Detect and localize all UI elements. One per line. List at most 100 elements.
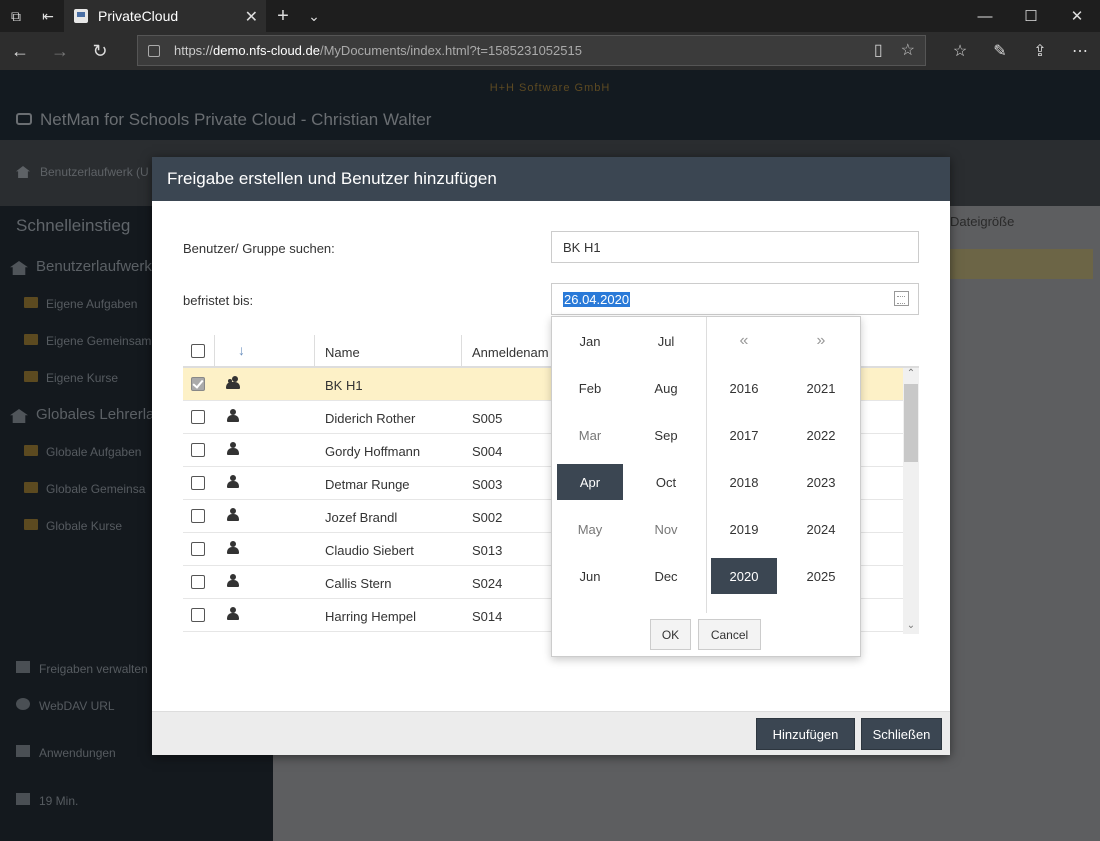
select-all-checkbox[interactable] <box>191 344 205 358</box>
month-dec[interactable]: Dec <box>633 558 699 594</box>
row-name: Jozef Brandl <box>325 510 398 525</box>
sidebar-footer-anwendungen[interactable]: Anwendungen <box>39 746 116 760</box>
sidebar-section-globales[interactable]: Globales Lehrerla <box>36 406 154 423</box>
row-checkbox[interactable] <box>191 608 205 622</box>
share-icon[interactable]: ⇪ <box>1020 36 1060 66</box>
sidebar-footer-freigaben[interactable]: Freigaben verwalten <box>39 662 148 676</box>
forward-icon[interactable]: → <box>44 36 76 66</box>
year-2016[interactable]: 2016 <box>711 370 777 406</box>
set-tabs-aside-icon[interactable]: ⇤ <box>32 0 64 32</box>
row-login: S024 <box>472 576 503 591</box>
month-jun[interactable]: Jun <box>557 558 623 594</box>
sidebar-item[interactable]: Eigene Gemeinsam <box>46 334 151 348</box>
more-icon[interactable]: ⋯ <box>1060 36 1100 66</box>
close-button[interactable]: Schließen <box>861 718 942 750</box>
back-icon[interactable]: ← <box>4 36 36 66</box>
month-feb[interactable]: Feb <box>557 370 623 406</box>
url-input[interactable]: https://demo.nfs-cloud.de/MyDocuments/in… <box>137 35 926 66</box>
refresh-icon[interactable]: ↻ <box>84 36 116 66</box>
close-window-icon[interactable]: ✕ <box>1054 0 1100 32</box>
year-2022[interactable]: 2022 <box>788 417 854 453</box>
month-jan[interactable]: Jan <box>557 323 623 359</box>
reading-view-icon[interactable]: ▯ <box>874 40 883 60</box>
column-login[interactable]: Anmeldenam <box>472 345 549 360</box>
month-sep[interactable]: Sep <box>633 417 699 453</box>
expiry-date-input[interactable]: 26.04.2020 <box>551 283 919 315</box>
sort-arrow-icon[interactable]: ↓ <box>238 342 245 358</box>
scroll-up-icon[interactable]: ⌃ <box>903 368 919 382</box>
row-checkbox[interactable] <box>191 476 205 490</box>
row-checkbox[interactable] <box>191 377 205 391</box>
sidebar-item[interactable]: Globale Aufgaben <box>46 445 141 459</box>
tab-privatecloud[interactable]: PrivateCloud ✕ <box>64 0 266 32</box>
folder-icon <box>24 371 38 382</box>
close-tab-icon[interactable]: ✕ <box>245 7 258 27</box>
row-checkbox[interactable] <box>191 575 205 589</box>
address-bar: ← → ↻ https://demo.nfs-cloud.de/MyDocume… <box>0 32 1100 70</box>
app-title: NetMan for Schools Private Cloud - Chris… <box>40 110 432 129</box>
year-2017[interactable]: 2017 <box>711 417 777 453</box>
calendar-icon[interactable] <box>894 291 909 306</box>
table-scrollbar[interactable]: ⌃ ⌄ <box>903 368 919 634</box>
folder-icon <box>24 334 38 345</box>
picker-cancel-button[interactable]: Cancel <box>698 619 761 650</box>
scroll-down-icon[interactable]: ⌄ <box>903 620 919 634</box>
favorites-icon[interactable]: ☆ <box>940 36 980 66</box>
breadcrumb[interactable]: Benutzerlaufwerk (U <box>40 165 149 179</box>
user-group-search-input[interactable]: BK H1 <box>551 231 919 263</box>
selected-file-row <box>950 249 1093 279</box>
company-name: H+H Software GmbH <box>489 82 611 94</box>
row-checkbox[interactable] <box>191 410 205 424</box>
tab-actions-icon[interactable]: ⧉ <box>0 0 32 32</box>
picker-ok-button[interactable]: OK <box>650 619 691 650</box>
year-2020[interactable]: 2020 <box>711 558 777 594</box>
search-label: Benutzer/ Gruppe suchen: <box>183 241 335 256</box>
year-2019[interactable]: 2019 <box>711 511 777 547</box>
folder-icon <box>24 297 38 308</box>
year-2023[interactable]: 2023 <box>788 464 854 500</box>
month-may[interactable]: May <box>557 511 623 547</box>
prev-years-icon[interactable]: « <box>711 323 777 359</box>
dialog-title: Freigabe erstellen und Benutzer hinzufüg… <box>152 157 950 201</box>
tab-list-chevron-icon[interactable]: ⌄ <box>298 0 330 32</box>
column-name[interactable]: Name <box>325 345 360 360</box>
maximize-icon[interactable]: ☐ <box>1008 0 1054 32</box>
row-login: S005 <box>472 411 503 426</box>
sidebar-item[interactable]: Globale Kurse <box>46 519 122 533</box>
add-button[interactable]: Hinzufügen <box>756 718 855 750</box>
minimize-icon[interactable]: — <box>962 0 1008 32</box>
sidebar-item[interactable]: Eigene Kurse <box>46 371 118 385</box>
folder-icon <box>24 519 38 530</box>
month-nov[interactable]: Nov <box>633 511 699 547</box>
month-aug[interactable]: Aug <box>633 370 699 406</box>
dialog-footer: Hinzufügen Schließen <box>152 711 950 755</box>
sidebar-item[interactable]: Globale Gemeinsa <box>46 482 145 496</box>
year-2021[interactable]: 2021 <box>788 370 854 406</box>
row-login: S002 <box>472 510 503 525</box>
browser-tab-bar: ⧉ ⇤ PrivateCloud ✕ + ⌄ — ☐ ✕ <box>0 0 1100 32</box>
pen-icon[interactable]: ✎ <box>980 36 1020 66</box>
year-2018[interactable]: 2018 <box>711 464 777 500</box>
sidebar-section-benutzerlaufwerk[interactable]: Benutzerlaufwerk <box>36 258 152 275</box>
favicon-icon <box>74 9 88 23</box>
sidebar-item[interactable]: Eigene Aufgaben <box>46 297 137 311</box>
user-icon <box>227 541 239 555</box>
next-years-icon[interactable]: » <box>788 323 854 359</box>
month-mar[interactable]: Mar <box>557 417 623 453</box>
row-checkbox[interactable] <box>191 443 205 457</box>
month-apr[interactable]: Apr <box>557 464 623 500</box>
home-icon <box>10 409 28 423</box>
row-checkbox[interactable] <box>191 542 205 556</box>
sidebar-footer-webdav[interactable]: WebDAV URL <box>39 699 115 713</box>
row-checkbox[interactable] <box>191 509 205 523</box>
scroll-thumb[interactable] <box>904 384 918 462</box>
user-icon <box>227 442 239 456</box>
year-2025[interactable]: 2025 <box>788 558 854 594</box>
favorite-star-icon[interactable]: ☆ <box>901 40 915 60</box>
month-jul[interactable]: Jul <box>633 323 699 359</box>
month-oct[interactable]: Oct <box>633 464 699 500</box>
cloud-logo-icon <box>16 113 32 125</box>
new-tab-icon[interactable]: + <box>267 0 299 32</box>
session-timer[interactable]: 19 Min. <box>39 794 78 808</box>
year-2024[interactable]: 2024 <box>788 511 854 547</box>
